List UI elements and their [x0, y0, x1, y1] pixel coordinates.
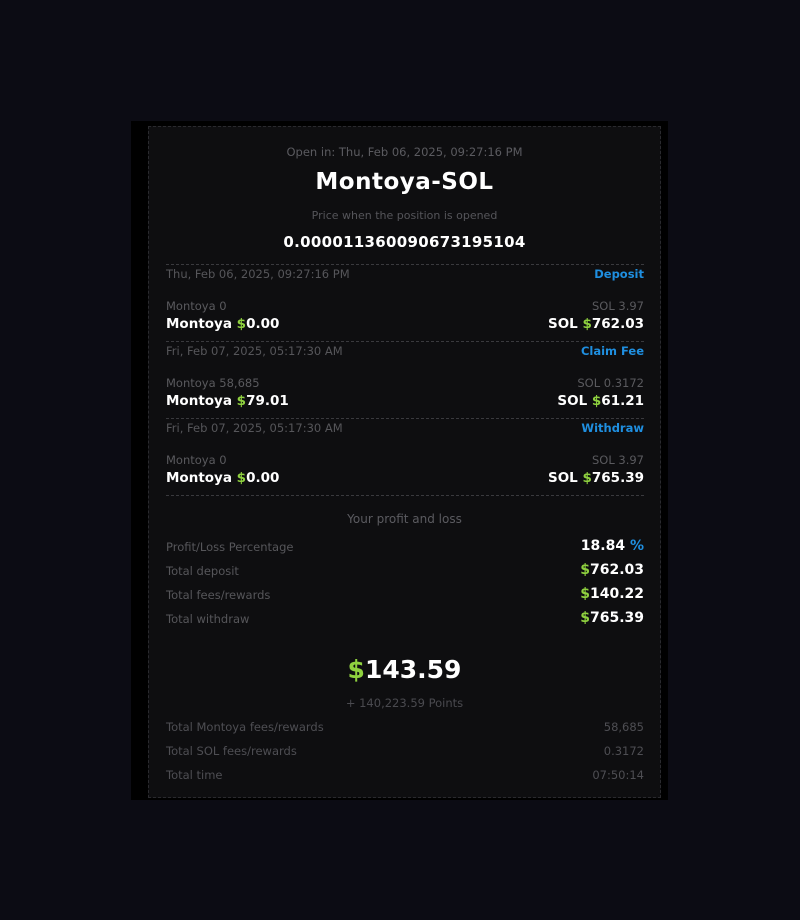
total-withdraw-row: Total withdraw $765.39	[166, 610, 644, 630]
transaction-date: Fri, Feb 07, 2025, 05:17:30 AM	[166, 421, 343, 435]
sol-amount: SOL 0.3172	[577, 376, 644, 390]
token-fees-row: Total Montoya fees/rewards 58,685	[166, 720, 644, 738]
token-fees-label: Total Montoya fees/rewards	[166, 720, 324, 734]
token-amount: Montoya 0	[166, 299, 227, 313]
total-deposit-value: $762.03	[580, 562, 644, 578]
sol-amount: SOL 3.97	[591, 299, 644, 313]
pnl-percentage-value: 18.84 %	[581, 538, 644, 554]
dollar-icon: $	[591, 393, 602, 409]
dollar-icon: $	[236, 470, 247, 486]
transaction-withdraw: Fri, Feb 07, 2025, 05:17:30 AM Withdraw …	[166, 418, 644, 494]
total-withdraw-value: $765.39	[580, 610, 644, 626]
total-fees-row: Total fees/rewards $140.22	[166, 586, 644, 606]
divider	[166, 495, 644, 496]
dollar-icon: $	[347, 655, 365, 684]
token-amount: Montoya 0	[166, 453, 227, 467]
total-fees-label: Total fees/rewards	[166, 588, 271, 602]
open-in-text: Open in: Thu, Feb 06, 2025, 09:27:16 PM	[286, 145, 523, 159]
percent-icon: %	[629, 538, 644, 554]
total-deposit-label: Total deposit	[166, 564, 239, 578]
token-label: Montoya	[166, 393, 237, 409]
dollar-icon: $	[580, 610, 590, 626]
sol-usd: 765.39	[591, 470, 644, 486]
dollar-icon: $	[582, 316, 592, 332]
transaction-type[interactable]: Claim Fee	[581, 344, 644, 358]
total-profit-value: $143.59	[149, 655, 660, 684]
token-fees-value: 58,685	[603, 720, 644, 734]
sol-usd-value: SOL $762.03	[548, 316, 644, 332]
pair-title: Montoya-SOL	[315, 169, 494, 195]
price-value: 0.000011360090673195104	[283, 233, 526, 251]
total-withdraw-label: Total withdraw	[166, 612, 250, 626]
total-time-label: Total time	[166, 768, 223, 782]
token-usd: 0.00	[246, 470, 280, 486]
sol-usd-value: SOL $61.21	[557, 393, 644, 409]
sol-fees-value: 0.3172	[603, 744, 644, 758]
deposit-number: 762.03	[589, 562, 644, 578]
token-usd-value: Montoya $0.00	[166, 470, 279, 486]
divider	[166, 341, 644, 342]
total-profit-number: 143.59	[364, 655, 462, 684]
percentage-number: 18.84	[580, 538, 626, 554]
total-deposit-row: Total deposit $762.03	[166, 562, 644, 582]
token-amount: Montoya 58,685	[166, 376, 260, 390]
transaction-date: Fri, Feb 07, 2025, 05:17:30 AM	[166, 344, 343, 358]
token-usd-value: Montoya $79.01	[166, 393, 289, 409]
dollar-icon: $	[582, 470, 592, 486]
dollar-icon: $	[580, 562, 590, 578]
token-label: Montoya	[166, 316, 237, 332]
sol-fees-label: Total SOL fees/rewards	[166, 744, 297, 758]
total-fees-value: $140.22	[580, 586, 644, 602]
sol-usd-value: SOL $765.39	[548, 470, 644, 486]
position-card: Open in: Thu, Feb 06, 2025, 09:27:16 PM …	[148, 126, 661, 798]
transaction-deposit: Thu, Feb 06, 2025, 09:27:16 PM Deposit M…	[166, 264, 644, 340]
points-text: + 140,223.59 Points	[345, 696, 464, 710]
token-usd: 79.01	[246, 393, 289, 409]
fees-number: 140.22	[589, 586, 644, 602]
dollar-icon: $	[236, 316, 247, 332]
pnl-percentage-row: Profit/Loss Percentage 18.84 %	[166, 538, 644, 558]
transaction-type[interactable]: Withdraw	[581, 421, 644, 435]
dollar-icon: $	[236, 393, 247, 409]
token-usd-value: Montoya $0.00	[166, 316, 279, 332]
total-time-row: Total time 07:50:14	[166, 768, 644, 786]
sol-label: SOL	[557, 393, 592, 409]
pnl-percentage-label: Profit/Loss Percentage	[166, 540, 294, 554]
price-label: Price when the position is opened	[311, 209, 498, 222]
sol-amount: SOL 3.97	[591, 453, 644, 467]
total-time-value: 07:50:14	[592, 768, 644, 782]
transaction-type[interactable]: Deposit	[594, 267, 644, 281]
transaction-date: Thu, Feb 06, 2025, 09:27:16 PM	[166, 267, 350, 281]
sol-label: SOL	[547, 470, 583, 486]
sol-fees-row: Total SOL fees/rewards 0.3172	[166, 744, 644, 762]
divider	[166, 264, 644, 265]
pnl-title: Your profit and loss	[347, 512, 462, 526]
withdraw-number: 765.39	[589, 610, 644, 626]
sol-usd: 61.21	[601, 393, 644, 409]
dollar-icon: $	[580, 586, 590, 602]
divider	[166, 418, 644, 419]
sol-label: SOL	[547, 316, 583, 332]
transaction-claim-fee: Fri, Feb 07, 2025, 05:17:30 AM Claim Fee…	[166, 341, 644, 417]
sol-usd: 762.03	[591, 316, 644, 332]
token-usd: 0.00	[246, 316, 280, 332]
token-label: Montoya	[166, 470, 237, 486]
